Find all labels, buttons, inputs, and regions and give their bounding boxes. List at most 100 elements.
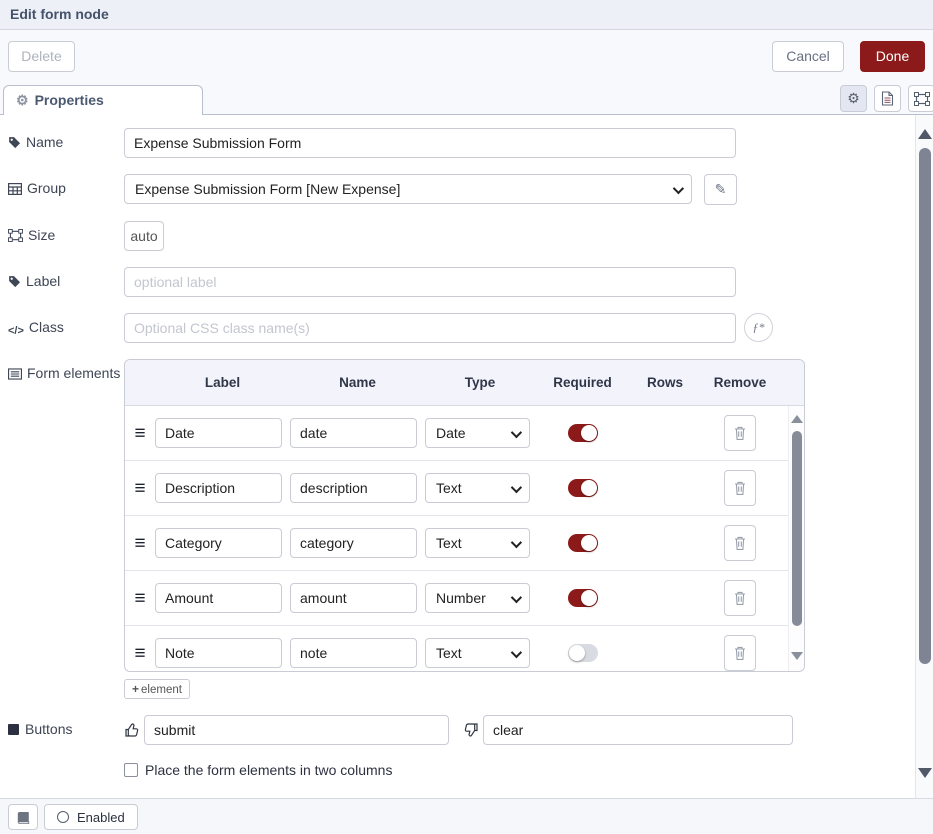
done-button[interactable]: Done (860, 41, 925, 72)
remove-element-button[interactable] (724, 525, 756, 561)
element-name-input[interactable] (290, 418, 417, 448)
description-button[interactable] (874, 85, 901, 112)
class-input[interactable] (124, 313, 736, 343)
group-select[interactable]: Expense Submission Form [New Expense] (124, 174, 692, 204)
drag-handle-icon[interactable]: ≡ (125, 424, 155, 443)
table-scrollbar-thumb[interactable] (792, 431, 802, 626)
drag-handle-icon[interactable]: ≡ (125, 589, 155, 608)
col-name: Name (290, 375, 425, 390)
size-row: Size auto (8, 221, 933, 251)
buttons-label: Buttons (8, 715, 124, 738)
chevron-down-icon (511, 482, 522, 493)
square-icon (8, 724, 19, 735)
trash-icon (733, 480, 747, 496)
col-type: Type (425, 375, 535, 390)
trash-icon (733, 535, 747, 551)
tab-properties[interactable]: ⚙Properties (3, 85, 203, 116)
element-row: ≡ Text (125, 461, 804, 516)
required-toggle[interactable] (568, 589, 598, 607)
gear-icon: ⚙ (16, 92, 29, 108)
properties-panel: Name Group Expense Submission Form [New … (0, 115, 933, 798)
dialog-footer: Enabled (0, 798, 933, 834)
clear-button-label-input[interactable] (483, 715, 793, 745)
chevron-down-icon (673, 183, 684, 194)
element-label-input[interactable] (155, 528, 282, 558)
required-toggle[interactable] (568, 534, 598, 552)
name-input[interactable] (124, 128, 736, 158)
two-columns-checkbox[interactable] (124, 763, 138, 777)
class-label: </>Class (8, 313, 124, 340)
cancel-button[interactable]: Cancel (772, 41, 844, 72)
name-label: Name (8, 128, 124, 151)
elements-table-header: Label Name Type Required Rows Remove (125, 360, 804, 406)
element-label-input[interactable] (155, 638, 282, 668)
node-help-button[interactable] (8, 804, 38, 830)
drag-handle-icon[interactable]: ≡ (125, 644, 155, 663)
element-type-select[interactable]: Text (425, 638, 530, 668)
tag-icon (8, 136, 21, 149)
scroll-down-icon[interactable] (791, 652, 803, 660)
remove-element-button[interactable] (724, 470, 756, 506)
edit-group-button[interactable]: ✎ (704, 174, 737, 205)
required-toggle[interactable] (568, 479, 598, 497)
required-toggle[interactable] (568, 644, 598, 662)
properties-gear-button[interactable]: ⚙ (840, 85, 867, 112)
group-row: Group Expense Submission Form [New Expen… (8, 174, 933, 205)
buttons-fields (124, 715, 793, 745)
size-label: Size (8, 221, 124, 244)
two-columns-option: Place the form elements in two columns (124, 762, 933, 778)
element-row: ≡ Number (125, 571, 804, 626)
elements-table: Label Name Type Required Rows Remove ≡ D… (124, 359, 805, 672)
circle-status-icon (57, 811, 69, 823)
remove-element-button[interactable] (724, 580, 756, 616)
tag-icon (8, 275, 21, 288)
add-element-button[interactable]: +element (124, 679, 190, 699)
appearance-button[interactable] (908, 85, 933, 112)
trash-icon (733, 425, 747, 441)
table-scrollbar (788, 406, 804, 671)
drag-handle-icon[interactable]: ≡ (125, 479, 155, 498)
form-elements-editor: Label Name Type Required Rows Remove ≡ D… (124, 359, 805, 699)
size-button[interactable]: auto (124, 221, 164, 251)
enabled-toggle-button[interactable]: Enabled (44, 804, 138, 830)
required-toggle[interactable] (568, 424, 598, 442)
scroll-up-icon[interactable] (918, 129, 932, 139)
element-name-input[interactable] (290, 583, 417, 613)
element-label-input[interactable] (155, 418, 282, 448)
element-type-select[interactable]: Text (425, 473, 530, 503)
element-row: ≡ Text (125, 516, 804, 571)
two-columns-label: Place the form elements in two columns (145, 762, 392, 778)
class-row: </>Class ƒ* (8, 313, 933, 343)
delete-button[interactable]: Delete (8, 41, 75, 72)
chevron-down-icon (511, 592, 522, 603)
chevron-down-icon (511, 647, 522, 658)
element-type-select[interactable]: Date (425, 418, 530, 448)
scroll-up-icon[interactable] (791, 415, 803, 423)
element-row: ≡ Date (125, 406, 804, 461)
form-elements-label: Form elements (8, 359, 124, 382)
submit-button-label-input[interactable] (144, 715, 449, 745)
group-label: Group (8, 174, 124, 197)
label-input[interactable] (124, 267, 736, 297)
drag-handle-icon[interactable]: ≡ (125, 534, 155, 553)
dynamic-class-button[interactable]: ƒ* (744, 313, 773, 342)
scroll-down-icon[interactable] (918, 768, 932, 778)
element-type-select[interactable]: Number (425, 583, 530, 613)
remove-element-button[interactable] (724, 415, 756, 451)
col-required: Required (535, 375, 630, 390)
element-label-input[interactable] (155, 583, 282, 613)
trash-icon (733, 590, 747, 606)
list-alt-icon (8, 368, 22, 380)
element-label-input[interactable] (155, 473, 282, 503)
element-row: ≡ Text (125, 626, 804, 671)
element-name-input[interactable] (290, 473, 417, 503)
remove-element-button[interactable] (724, 635, 756, 671)
plus-icon: + (132, 682, 139, 696)
enabled-label: Enabled (77, 810, 125, 825)
document-icon (881, 91, 894, 106)
dialog-chrome: Delete Cancel Done ⚙Properties ⚙ (0, 30, 933, 115)
element-type-select[interactable]: Text (425, 528, 530, 558)
panel-scrollbar-thumb[interactable] (919, 148, 931, 664)
element-name-input[interactable] (290, 528, 417, 558)
element-name-input[interactable] (290, 638, 417, 668)
